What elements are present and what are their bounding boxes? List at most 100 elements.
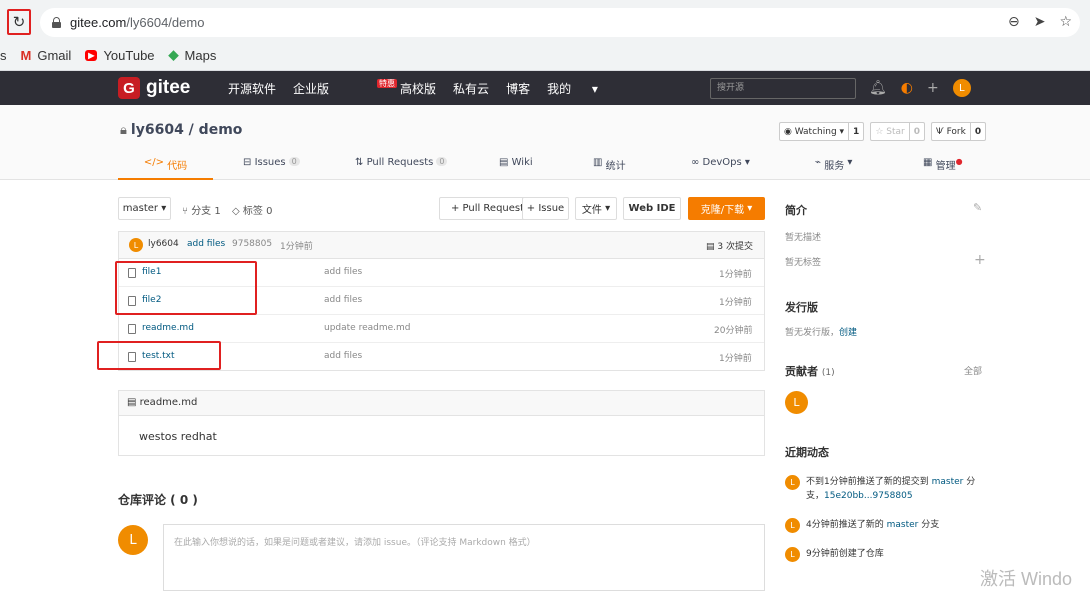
maps-icon: ◆ — [168, 47, 179, 62]
file-time: 20分钟前 — [714, 326, 753, 336]
comment-avatar: L — [118, 525, 148, 555]
tab-services[interactable]: ⌁ 服务 ▾ — [815, 157, 852, 180]
file-time: 1分钟前 — [719, 270, 752, 280]
bookmark-partial[interactable]: s — [0, 48, 7, 63]
reload-icon: ↻ — [12, 13, 26, 31]
stats-icon: ▥ — [593, 157, 606, 168]
branch-icon: ⑂ — [182, 206, 188, 217]
tab-manage[interactable]: ▦ 管理 ● — [923, 157, 963, 180]
commit-message[interactable]: add files — [187, 239, 225, 249]
commit-time: 1分钟前 — [280, 242, 313, 252]
file-commit-message[interactable]: add files — [324, 295, 362, 305]
repo-header: 🔒︎ ly6604 / demo ◉ Watching ▾ 1 ☆ Star 0 Ѱ … — [0, 105, 1090, 180]
new-issue-button[interactable]: + Issue — [522, 197, 569, 220]
plus-icon[interactable]: + — [927, 80, 939, 96]
tab-stats[interactable]: ▥ 统计 — [593, 157, 626, 180]
highlight-box — [115, 261, 257, 315]
table-row[interactable]: readme.md update readme.md 20分钟前 — [119, 315, 764, 343]
reload-button[interactable]: ↻ — [7, 9, 31, 35]
file-commit-message[interactable]: add files — [324, 351, 362, 361]
edit-icon[interactable]: ✎ — [973, 201, 982, 214]
nav-private-cloud[interactable]: 私有云 — [453, 80, 489, 97]
no-description: 暂无描述 — [785, 233, 822, 243]
gmail-icon: M — [20, 47, 32, 63]
send-icon[interactable]: ➤ — [1034, 14, 1046, 30]
file-commit-message[interactable]: update readme.md — [324, 323, 410, 333]
intro-title: 简介 — [785, 204, 807, 217]
activity-title: 近期动态 — [785, 446, 829, 459]
browser-toolbar: ↻ gitee.com/ly6604/demo ⊖ ➤ ☆ — [0, 0, 1090, 40]
star-button[interactable]: ☆ Star 0 — [870, 122, 925, 141]
nav-education[interactable]: 高校版 — [400, 80, 436, 97]
lock-icon: 🔒︎ — [120, 122, 127, 138]
repo-title[interactable]: 🔒︎ ly6604 / demo — [120, 122, 242, 138]
no-tags: 暂无标签 — [785, 258, 822, 268]
release-title: 发行版 — [785, 301, 818, 314]
star-icon[interactable]: ☆ — [1059, 14, 1072, 30]
file-menu-button[interactable]: 文件 ▾ — [575, 197, 617, 220]
bookmark-youtube[interactable]: ▶ YouTube — [85, 48, 155, 63]
file-time: 1分钟前 — [719, 298, 752, 308]
activity-item: L 4分钟前推送了新的 master 分支 — [785, 518, 939, 533]
readme-panel: ▤ readme.md westos redhat — [118, 390, 765, 456]
activity-item: L 不到1分钟前推送了新的提交到 master 分支，15e20bb...975… — [785, 475, 985, 503]
watch-button[interactable]: ◉ Watching ▾ 1 — [779, 122, 865, 141]
commit-count[interactable]: ▤ 3 次提交 — [706, 239, 753, 252]
nav-open-source[interactable]: 开源软件 — [228, 80, 276, 97]
alert-dot: ● — [955, 157, 963, 166]
web-ide-button[interactable]: Web IDE — [623, 197, 681, 220]
tab-wiki[interactable]: ▤ Wiki — [499, 157, 533, 180]
activity-avatar[interactable]: L — [785, 518, 800, 533]
activity-avatar[interactable]: L — [785, 547, 800, 562]
commit-hash[interactable]: 9758805 — [232, 239, 272, 249]
tags-link[interactable]: ◇ 标签 0 — [232, 202, 272, 217]
file-name[interactable]: readme.md — [142, 323, 194, 333]
bell-icon[interactable]: 🔔︎ — [869, 80, 887, 96]
highlight-box — [97, 341, 221, 370]
gitee-logo[interactable]: Ggitee — [118, 77, 190, 99]
infinity-icon: ∞ — [691, 157, 703, 168]
tab-devops[interactable]: ∞ DevOps ▾ — [691, 157, 750, 180]
user-avatar[interactable]: L — [952, 79, 971, 97]
lock-icon — [52, 17, 61, 28]
activity-avatar[interactable]: L — [785, 475, 800, 490]
nav-mine[interactable]: 我的 ▾ — [547, 80, 598, 97]
add-tag-icon[interactable]: + — [974, 252, 986, 268]
pulse-icon: ⌁ — [815, 157, 825, 168]
wiki-icon: ▤ — [499, 157, 512, 168]
gitee-logo-icon: G — [118, 77, 140, 99]
file-commit-message[interactable]: add files — [324, 267, 362, 277]
issue-icon: ⊟ — [243, 157, 255, 168]
eye-icon: ◉ — [784, 126, 795, 137]
repo-toolbar: master ▾ ⑂ 分支 1 ◇ 标签 0 + Pull Request + … — [118, 197, 765, 221]
fork-button[interactable]: Ѱ Fork 0 — [930, 122, 987, 141]
nav-blog[interactable]: 博客 — [506, 80, 530, 97]
bookmark-gmail[interactable]: M Gmail — [21, 48, 72, 63]
clone-download-button[interactable]: 克隆/下载 ▾ — [688, 197, 765, 220]
branches-link[interactable]: ⑂ 分支 1 — [182, 202, 221, 217]
readme-header: ▤ readme.md — [119, 391, 764, 416]
tab-pull-requests[interactable]: ⇅ Pull Requests 0 — [355, 157, 448, 180]
branch-select[interactable]: master ▾ — [118, 197, 171, 220]
zoom-icon[interactable]: ⊖ — [1008, 14, 1020, 30]
file-icon — [128, 324, 136, 334]
bookmark-maps[interactable]: ◆ Maps — [169, 47, 217, 63]
commit-author[interactable]: ly6604 — [148, 239, 179, 249]
code-icon: </> — [143, 157, 168, 168]
address-bar[interactable]: gitee.com/ly6604/demo ⊖ ➤ ☆ — [40, 8, 1080, 37]
search-input[interactable]: 搜开源 — [710, 78, 856, 99]
contributor-avatar[interactable]: L — [785, 391, 808, 414]
comments-title: 仓库评论 ( 0 ) — [118, 493, 198, 507]
contributors-title: 贡献者 (1) — [785, 365, 835, 378]
activity-item: L 9分钟前创建了仓库 — [785, 547, 884, 562]
author-avatar[interactable]: L — [129, 238, 143, 252]
all-contributors-link[interactable]: 全部 — [964, 364, 982, 377]
comment-input[interactable]: 在此输入你想说的话，如果是问题或者建议，请添加 issue。（评论支持 Mark… — [163, 524, 765, 591]
tag-icon: ◇ — [232, 206, 240, 217]
flame-icon[interactable]: ◐ — [901, 80, 913, 96]
bookmarks-bar: s M Gmail ▶ YouTube ◆ Maps — [0, 40, 1090, 71]
tab-code[interactable]: </> 代码 — [118, 157, 213, 180]
create-release-link[interactable]: 创建 — [839, 328, 857, 338]
tab-issues[interactable]: ⊟ Issues 0 — [243, 157, 300, 180]
nav-enterprise[interactable]: 企业版 特惠 — [293, 79, 398, 97]
